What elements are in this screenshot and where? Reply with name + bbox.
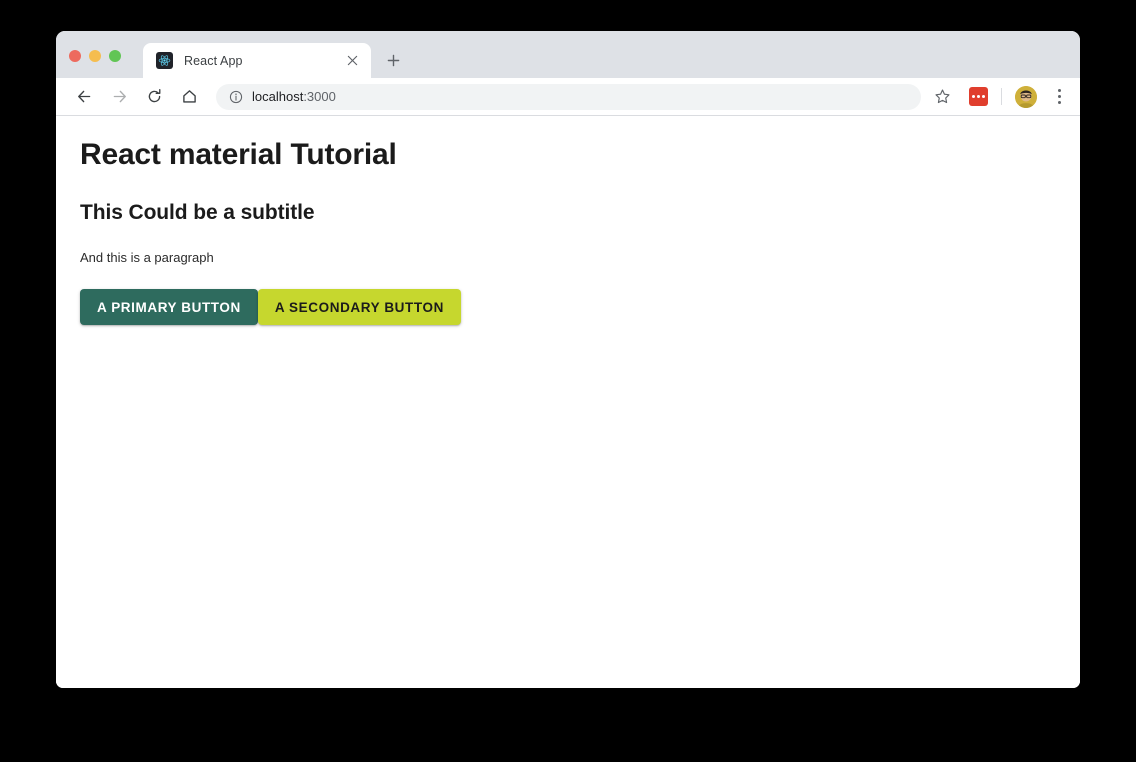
browser-toolbar: localhost:3000 — [56, 78, 1080, 116]
page-viewport: React material Tutorial This Could be a … — [56, 116, 1080, 688]
page-subtitle: This Could be a subtitle — [80, 201, 315, 224]
page-content: React material Tutorial This Could be a … — [56, 137, 1080, 326]
three-dot-menu-icon[interactable] — [1048, 84, 1070, 110]
url-port: :3000 — [303, 89, 336, 104]
arrow-left-icon[interactable] — [70, 83, 98, 111]
toolbar-divider — [1001, 88, 1002, 105]
browser-window: React App localhost:3000 React material … — [56, 31, 1080, 688]
extension-red-icon[interactable] — [969, 87, 988, 106]
tabs-area: React App — [143, 31, 407, 78]
address-bar-url: localhost:3000 — [252, 89, 336, 104]
reload-icon[interactable] — [140, 83, 168, 111]
window-traffic-lights — [69, 50, 121, 62]
button-row: A PRIMARY BUTTON A SECONDARY BUTTON — [56, 289, 1080, 326]
browser-tab-react-app[interactable]: React App — [143, 43, 371, 78]
browser-tab-title: React App — [184, 53, 243, 68]
react-logo-favicon — [156, 52, 173, 69]
page-title: React material Tutorial — [80, 138, 397, 171]
user-avatar[interactable] — [1015, 85, 1037, 108]
star-icon[interactable] — [929, 84, 955, 110]
page-paragraph: And this is a paragraph — [80, 250, 214, 266]
window-close-button[interactable] — [69, 50, 81, 62]
tab-strip: React App — [56, 31, 1080, 78]
primary-button[interactable]: A PRIMARY BUTTON — [80, 289, 258, 326]
address-bar[interactable]: localhost:3000 — [216, 83, 921, 110]
toolbar-right-actions — [929, 84, 1070, 110]
tab-close-icon[interactable] — [343, 52, 361, 70]
new-tab-icon[interactable] — [379, 46, 407, 74]
arrow-right-icon[interactable] — [105, 83, 133, 111]
url-host: localhost — [252, 89, 304, 104]
window-maximize-button[interactable] — [109, 50, 121, 62]
window-minimize-button[interactable] — [89, 50, 101, 62]
secondary-button[interactable]: A SECONDARY BUTTON — [257, 289, 461, 326]
home-icon[interactable] — [175, 83, 203, 111]
info-circle-icon[interactable] — [228, 89, 243, 104]
